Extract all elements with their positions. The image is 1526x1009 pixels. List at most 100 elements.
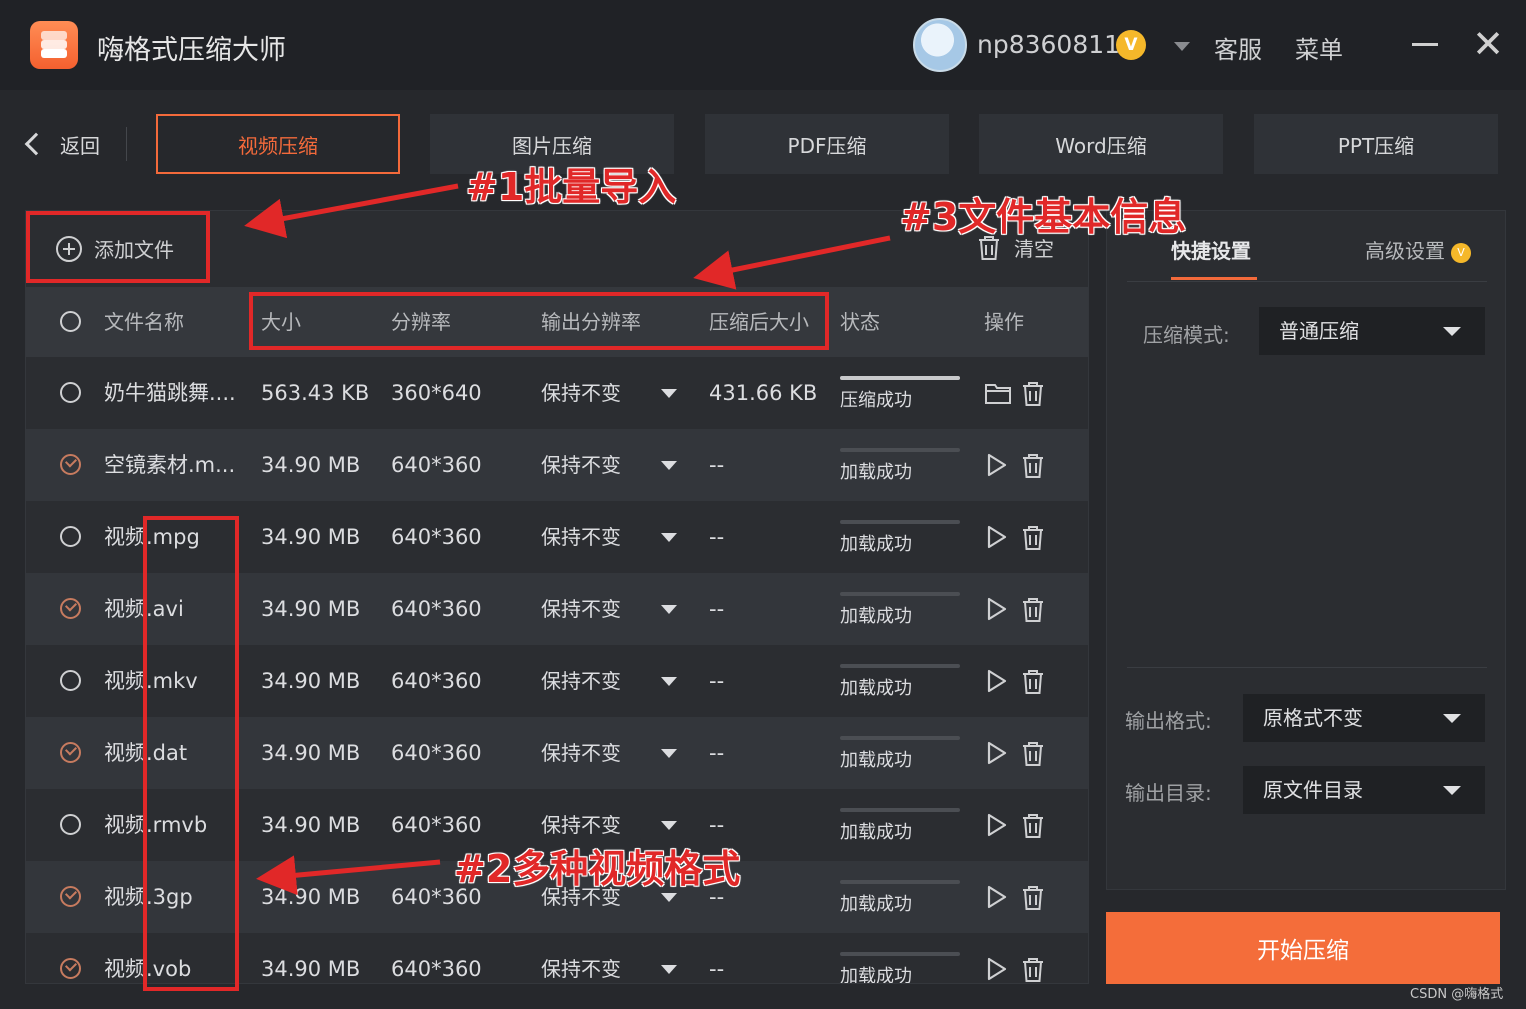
play-icon[interactable]: [986, 452, 1008, 482]
app-logo-icon: [30, 21, 78, 69]
compressed-size: --: [709, 453, 725, 477]
open-folder-icon[interactable]: [984, 380, 1012, 410]
compressed-size: --: [709, 669, 725, 693]
chevron-down-icon[interactable]: [661, 461, 677, 470]
chevron-down-icon[interactable]: [661, 821, 677, 830]
row-select-radio[interactable]: [60, 598, 81, 619]
tab-pdf-compress[interactable]: PDF压缩: [705, 114, 949, 174]
play-icon[interactable]: [986, 884, 1008, 914]
play-icon[interactable]: [986, 956, 1008, 983]
play-icon[interactable]: [986, 740, 1008, 770]
select-all-radio[interactable]: [60, 311, 81, 332]
output-resolution-select[interactable]: 保持不变: [541, 357, 621, 429]
start-compress-button[interactable]: 开始压缩: [1106, 912, 1500, 984]
file-resolution: 640*360: [391, 669, 482, 693]
output-resolution-select[interactable]: 保持不变: [541, 717, 621, 789]
play-icon[interactable]: [986, 524, 1008, 554]
delete-trash-icon[interactable]: [1020, 596, 1046, 628]
row-select-radio[interactable]: [60, 958, 81, 979]
file-size: 34.90 MB: [261, 597, 361, 621]
output-resolution-select[interactable]: 保持不变: [541, 645, 621, 717]
delete-trash-icon[interactable]: [1020, 956, 1046, 983]
status-text: 加载成功: [840, 894, 912, 915]
file-resolution: 640*360: [391, 597, 482, 621]
table-row[interactable]: 奶牛猫跳舞.... 563.43 KB 360*640 保持不变 431.66 …: [26, 357, 1088, 429]
table-row[interactable]: 空镜素材.m... 34.90 MB 640*360 保持不变 -- 加载成功: [26, 429, 1088, 501]
close-button[interactable]: ✕: [1470, 25, 1506, 63]
settings-tab-divider: [1127, 281, 1487, 282]
chevron-down-icon[interactable]: [661, 605, 677, 614]
delete-trash-icon[interactable]: [1020, 740, 1046, 772]
account-dropdown-icon[interactable]: [1174, 42, 1190, 51]
row-select-radio[interactable]: [60, 382, 81, 403]
row-select-radio[interactable]: [60, 526, 81, 547]
compress-mode-select[interactable]: 普通压缩: [1259, 307, 1485, 355]
tab-video-compress[interactable]: 视频压缩: [156, 114, 400, 174]
chevron-down-icon: [1443, 714, 1461, 723]
vip-badge-icon: V: [1116, 30, 1146, 60]
file-resolution: 640*360: [391, 525, 482, 549]
title-bar: 嗨格式压缩大师 np8360811 V 客服 菜单 ✕: [0, 0, 1526, 90]
chevron-down-icon[interactable]: [661, 749, 677, 758]
compressed-size: 431.66 KB: [709, 381, 818, 405]
back-button[interactable]: 返回: [22, 126, 100, 162]
row-select-radio[interactable]: [60, 454, 81, 475]
file-size: 34.90 MB: [261, 957, 361, 981]
output-resolution-select[interactable]: 保持不变: [541, 501, 621, 573]
output-resolution-select[interactable]: 保持不变: [541, 933, 621, 983]
file-size: 34.90 MB: [261, 525, 361, 549]
delete-trash-icon[interactable]: [1020, 668, 1046, 700]
chevron-down-icon[interactable]: [661, 677, 677, 686]
output-format-select[interactable]: 原格式不变: [1243, 694, 1485, 742]
play-icon[interactable]: [986, 668, 1008, 698]
output-resolution-select[interactable]: 保持不变: [541, 429, 621, 501]
delete-trash-icon[interactable]: [1020, 884, 1046, 916]
row-select-radio[interactable]: [60, 742, 81, 763]
customer-service-link[interactable]: 客服: [1214, 30, 1262, 65]
annotation-video-formats: #2多种视频格式: [454, 847, 741, 891]
tab-word-compress[interactable]: Word压缩: [979, 114, 1223, 174]
delete-trash-icon[interactable]: [1020, 380, 1046, 412]
status-text: 加载成功: [840, 462, 912, 483]
tab-advanced-settings[interactable]: 高级设置 V: [1365, 235, 1471, 264]
file-size: 34.90 MB: [261, 885, 361, 909]
delete-trash-icon[interactable]: [1020, 452, 1046, 484]
tab-ppt-compress[interactable]: PPT压缩: [1254, 114, 1498, 174]
status-text: 加载成功: [840, 534, 912, 555]
status-text: 加载成功: [840, 678, 912, 699]
active-tab-indicator: [1171, 277, 1257, 280]
play-icon[interactable]: [986, 812, 1008, 842]
chevron-down-icon[interactable]: [661, 389, 677, 398]
delete-trash-icon[interactable]: [1020, 812, 1046, 844]
row-select-radio[interactable]: [60, 670, 81, 691]
file-size: 34.90 MB: [261, 453, 361, 477]
header-status: 状态: [840, 310, 880, 334]
header-actions: 操作: [984, 310, 1024, 334]
row-select-radio[interactable]: [60, 814, 81, 835]
file-name: 奶牛猫跳舞....: [104, 381, 236, 405]
compressed-size: --: [709, 957, 725, 981]
output-resolution-select[interactable]: 保持不变: [541, 573, 621, 645]
row-select-radio[interactable]: [60, 886, 81, 907]
app-title: 嗨格式压缩大师: [97, 35, 286, 66]
user-avatar[interactable]: [913, 18, 967, 72]
header-file-name: 文件名称: [104, 310, 184, 334]
annotation-box-file-info: [249, 292, 829, 350]
chevron-down-icon[interactable]: [661, 965, 677, 974]
menu-link[interactable]: 菜单: [1295, 30, 1343, 65]
minimize-button[interactable]: [1412, 43, 1438, 46]
back-label: 返回: [60, 133, 100, 158]
output-dir-select[interactable]: 原文件目录: [1243, 766, 1485, 814]
output-dir-value: 原文件目录: [1263, 778, 1363, 802]
chevron-down-icon[interactable]: [661, 533, 677, 542]
output-dir-label: 输出目录:: [1125, 781, 1212, 805]
settings-divider: [1127, 667, 1487, 668]
chevron-down-icon[interactable]: [661, 893, 677, 902]
play-icon[interactable]: [986, 596, 1008, 626]
username[interactable]: np8360811: [977, 30, 1120, 59]
delete-trash-icon[interactable]: [1020, 524, 1046, 556]
annotation-box-add-file: [26, 211, 210, 283]
output-format-label: 输出格式:: [1125, 709, 1212, 733]
file-size: 34.90 MB: [261, 741, 361, 765]
status-text: 加载成功: [840, 822, 912, 843]
